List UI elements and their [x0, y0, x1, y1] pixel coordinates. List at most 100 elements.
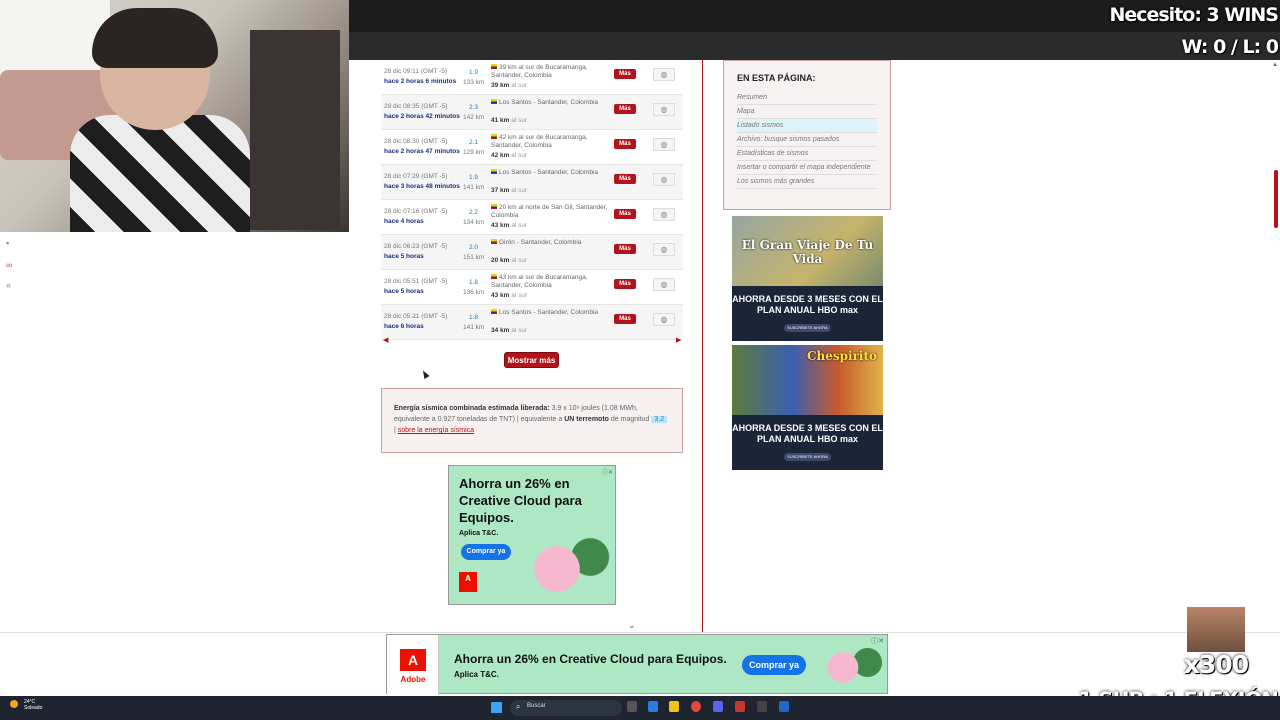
stream-goal-text: Necesito: 3 WINS: [1109, 4, 1279, 26]
toc-link[interactable]: Resumen: [737, 91, 877, 105]
quake-location[interactable]: 43 km al sur de Bucaramanga, Santander, …: [491, 274, 611, 290]
quake-location-text: Los Santos - Santander, Colombia: [499, 99, 599, 106]
toc-link[interactable]: Listado sismos: [737, 119, 877, 133]
scroll-left-icon[interactable]: ◀: [383, 336, 388, 344]
more-button[interactable]: Más: [614, 139, 636, 149]
world-map-icon[interactable]: ◍: [653, 278, 675, 291]
taskbar-search[interactable]: ⌕ Buscar: [510, 700, 622, 716]
settings-icon[interactable]: [757, 701, 767, 712]
toc-link[interactable]: Insertar o compartir el mapa independien…: [737, 161, 877, 175]
energy-link[interactable]: sobre la energía sísmica: [398, 427, 474, 434]
bottom-banner-ad[interactable]: A Adobe Ahorra un 26% en Creative Cloud …: [386, 634, 888, 695]
quake-ago[interactable]: hace 3 horas 48 minutos: [384, 183, 460, 190]
toc-link[interactable]: Los sismos más grandes: [737, 175, 877, 189]
quake-location[interactable]: 39 km al sur de Bucaramanga, Santander, …: [491, 64, 611, 80]
quake-direction: al sur: [511, 292, 528, 299]
quake-location-text: 42 km al sur de Bucaramanga, Santander, …: [491, 134, 588, 149]
chrome-icon[interactable]: [691, 701, 701, 712]
more-button[interactable]: Más: [614, 244, 636, 254]
hbo-ad-title: El Gran Viaje De Tu Vida: [741, 238, 874, 266]
app-icon[interactable]: [735, 701, 745, 712]
quake-ago[interactable]: hace 5 horas: [384, 253, 424, 260]
banner-headline: Ahorra un 26% en Creative Cloud para Equ…: [454, 652, 727, 666]
table-row[interactable]: 28 dic 08:35 (GMT -5) hace 2 horas 42 min…: [381, 95, 683, 130]
table-row[interactable]: 28 dic 09:11 (GMT -5) hace 2 horas 6 minu…: [381, 60, 683, 95]
ad-close-icon[interactable]: ⓘ✕: [871, 636, 884, 646]
world-map-icon[interactable]: ◍: [653, 138, 675, 151]
world-map-icon[interactable]: ◍: [653, 208, 675, 221]
more-button[interactable]: Más: [614, 69, 636, 79]
colombia-flag-icon: [491, 64, 497, 69]
world-map-icon[interactable]: ◍: [653, 173, 675, 186]
task-view-icon[interactable]: [627, 701, 637, 712]
hbo-ad-2[interactable]: Chespirito AHORRA DESDE 3 MESES CON EL P…: [732, 345, 883, 470]
world-map-icon[interactable]: ◍: [653, 313, 675, 326]
creative-cloud-ad[interactable]: ⓘ✕ Ahorra un 26% en Creative Cloud para …: [448, 465, 616, 605]
clipboard-icon[interactable]: ▪: [6, 238, 16, 248]
cc-ad-button[interactable]: Comprar ya: [461, 544, 511, 560]
quake-ago[interactable]: hace 5 horas: [384, 288, 424, 295]
windows-start-icon[interactable]: [491, 702, 502, 713]
world-map-icon[interactable]: ◍: [653, 68, 675, 81]
quake-date: 28 dic 07:16 (GMT -5): [384, 208, 448, 215]
discord-icon[interactable]: [713, 701, 723, 712]
steam-icon[interactable]: [779, 701, 789, 712]
quake-location[interactable]: 42 km al sur de Bucaramanga, Santander, …: [491, 134, 611, 150]
table-row[interactable]: 28 dic 08:30 (GMT -5) hace 2 horas 47 min…: [381, 130, 683, 165]
banner-button[interactable]: Comprar ya: [742, 655, 806, 675]
hbo-ad-caption: AHORRA DESDE 3 MESES CON EL PLAN ANUAL H…: [732, 294, 883, 316]
scroll-right-icon[interactable]: ▶: [676, 336, 681, 344]
link-icon[interactable]: ∞: [6, 260, 16, 270]
more-button[interactable]: Más: [614, 279, 636, 289]
meme-overlay-image: [1187, 607, 1245, 652]
mouse-cursor: [420, 369, 430, 379]
table-row[interactable]: 28 dic 06:23 (GMT -5) hace 5 horas 2.0 151 …: [381, 235, 683, 270]
hbo-logo: HBO max: [817, 434, 859, 444]
toc-link[interactable]: Archivo: busque sismos pasados: [737, 133, 877, 147]
browser-toolbar: [349, 32, 1280, 60]
more-button[interactable]: Más: [614, 209, 636, 219]
chevron-down-icon[interactable]: ⌄: [628, 620, 636, 631]
quake-distance: 42 km al sur: [491, 152, 527, 159]
quake-date: 28 dic 07:29 (GMT -5): [384, 173, 448, 180]
quake-location[interactable]: Los Santos - Santander, Colombia: [491, 99, 611, 107]
hbo-ad-caption: AHORRA DESDE 3 MESES CON EL PLAN ANUAL H…: [732, 423, 883, 445]
toc-link[interactable]: Estadísticas de sismos: [737, 147, 877, 161]
hbo-ad-1[interactable]: El Gran Viaje De Tu Vida AHORRA DESDE 3 …: [732, 216, 883, 341]
world-map-icon[interactable]: ◍: [653, 103, 675, 116]
quake-ago[interactable]: hace 4 horas: [384, 218, 424, 225]
quake-distance: 43 km al sur: [491, 292, 527, 299]
world-map-icon[interactable]: ◍: [653, 243, 675, 256]
quake-date: 28 dic 09:11 (GMT -5): [384, 68, 447, 75]
ad-close-icon[interactable]: ⓘ✕: [602, 467, 613, 476]
hbo-ad-cta[interactable]: SUSCRÍBETE AHORA: [784, 453, 831, 461]
quake-magnitude: 1.8: [469, 279, 479, 286]
quake-location-text: 43 km al sur de Bucaramanga, Santander, …: [491, 274, 588, 289]
collapse-icon[interactable]: «: [6, 280, 16, 290]
quake-location[interactable]: Los Santos - Santander, Colombia: [491, 309, 611, 317]
quake-ago[interactable]: hace 2 horas 47 minutos: [384, 148, 460, 155]
scrollbar-thumb[interactable]: [1274, 170, 1278, 228]
quake-ago[interactable]: hace 2 horas 6 minutos: [384, 78, 456, 85]
edge-icon[interactable]: [648, 701, 658, 712]
table-row[interactable]: 28 dic 05:21 (GMT -5) hace 6 horas 1.8 141 …: [381, 305, 683, 340]
more-button[interactable]: Más: [614, 314, 636, 324]
table-row[interactable]: 28 dic 05:51 (GMT -5) hace 5 horas 1.8 136 …: [381, 270, 683, 305]
folder-icon[interactable]: [669, 701, 679, 712]
more-button[interactable]: Más: [614, 104, 636, 114]
scroll-up-icon[interactable]: ▲: [1272, 62, 1278, 68]
quake-location[interactable]: Girón - Santander, Colombia: [491, 239, 611, 247]
more-button[interactable]: Más: [614, 174, 636, 184]
quake-ago[interactable]: hace 6 horas: [384, 323, 424, 330]
quake-location[interactable]: Los Santos - Santander, Colombia: [491, 169, 611, 177]
quake-magnitude: 2.2: [469, 209, 479, 216]
table-row[interactable]: 28 dic 07:29 (GMT -5) hace 3 horas 48 min…: [381, 165, 683, 200]
show-more-button[interactable]: Mostrar más: [504, 352, 559, 368]
hbo-ad-title: Chespirito: [806, 349, 877, 363]
energy-separator: |: [394, 427, 396, 434]
quake-location[interactable]: 20 km al norte de San Gil, Santander, Co…: [491, 204, 611, 220]
hbo-ad-cta[interactable]: SUSCRÍBETE AHORA: [784, 324, 831, 332]
quake-ago[interactable]: hace 2 horas 42 minutos: [384, 113, 460, 120]
table-row[interactable]: 28 dic 07:16 (GMT -5) hace 4 horas 2.2 134 …: [381, 200, 683, 235]
toc-link[interactable]: Mapa: [737, 105, 877, 119]
